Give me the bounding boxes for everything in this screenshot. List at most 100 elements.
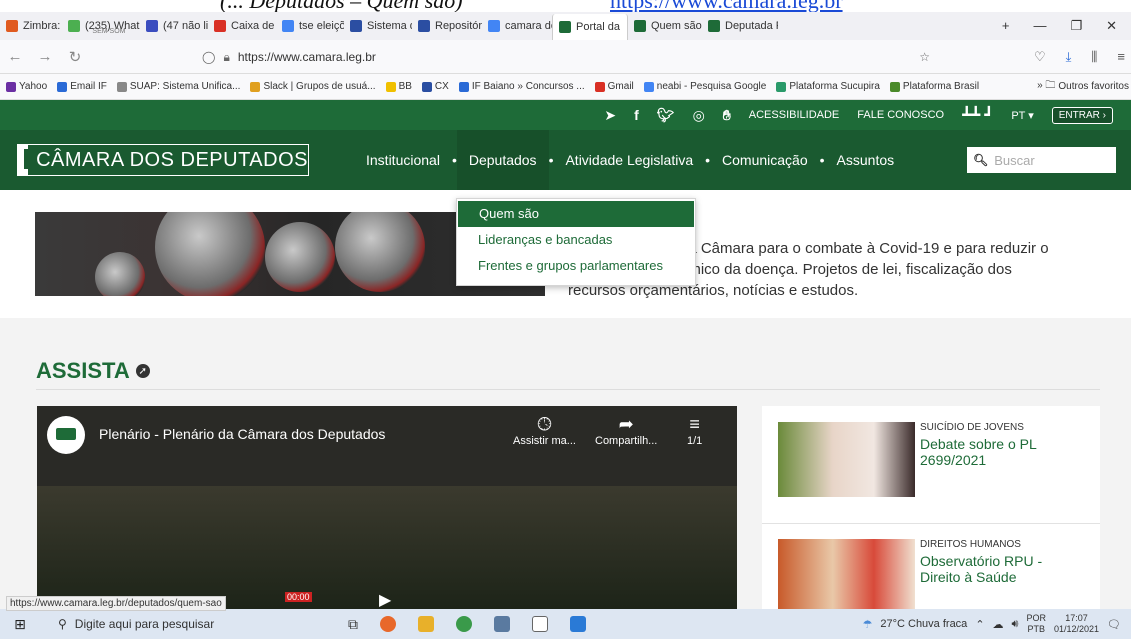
share-label: Compartilh... — [595, 435, 658, 447]
bookmark-favicon-icon — [6, 81, 16, 92]
notepad-icon[interactable] — [570, 615, 586, 632]
calculator-icon[interactable] — [494, 615, 510, 632]
menu-atividade-legislativa[interactable]: Atividade Legislativa — [553, 130, 705, 190]
taskbar-search[interactable]: ⚲ Digite aqui para pesquisar — [40, 617, 308, 631]
tray-expand-icon[interactable]: ⌃ — [975, 618, 984, 631]
browser-tab[interactable]: Repositório — [412, 12, 482, 40]
menu-icon[interactable]: ≡ — [1117, 49, 1125, 65]
browser-tab[interactable]: Caixa de en — [208, 12, 276, 40]
minimize-icon[interactable]: — — [1033, 18, 1046, 34]
download-icon[interactable]: ⤓ — [1066, 49, 1072, 65]
browser-tab[interactable]: (47 não lido — [140, 12, 208, 40]
menu-institucional[interactable]: Institucional — [354, 130, 452, 190]
language-select[interactable]: PT ▾ — [1011, 109, 1033, 122]
camara-logo-icon — [18, 145, 30, 175]
task-view-icon[interactable]: ⧉ — [348, 616, 358, 633]
bookmark-item[interactable]: Email IF — [57, 81, 107, 92]
assista-title: ASSISTA — [36, 358, 130, 383]
pocket-icon[interactable]: ♡ — [1034, 49, 1046, 65]
tab-favicon-icon — [418, 20, 430, 32]
clock[interactable]: 17:07 01/12/2021 — [1054, 613, 1099, 635]
browser-tab[interactable]: (235) What SEM SOM — [62, 12, 140, 40]
site-logo[interactable]: CÂMARA DOS DEPUTADOS — [17, 144, 309, 176]
windows-taskbar: ⊞ ⚲ Digite aqui para pesquisar ⧉ ☂ 27°C … — [0, 609, 1131, 639]
firefox-icon[interactable] — [380, 615, 396, 632]
file-explorer-icon[interactable] — [418, 615, 434, 632]
network-icon[interactable]: ☁ — [993, 618, 1004, 631]
bookmark-item[interactable]: Plataforma Sucupira — [776, 81, 880, 92]
facebook-icon[interactable]: f — [634, 107, 639, 123]
assista-heading[interactable]: ASSISTA ➚ — [36, 358, 150, 384]
login-button[interactable]: ENTRAR › — [1051, 106, 1113, 124]
browser-tab[interactable]: Deputada F — [702, 12, 778, 40]
video-player[interactable]: Plenário - Plenário da Câmara dos Deputa… — [37, 406, 737, 609]
twitter-icon[interactable]: 🐦︎ — [657, 107, 675, 124]
chamber-icon[interactable]: ┻┻ ┛ — [962, 106, 993, 124]
volume-icon[interactable]: 🔊︎ — [1012, 618, 1019, 631]
playlist-count: 1/1 — [687, 435, 703, 447]
bookmark-label: SUAP: Sistema Unifica... — [129, 81, 241, 92]
site-search-input[interactable]: 🔍︎ Buscar — [967, 147, 1116, 173]
bookmark-item[interactable]: SUAP: Sistema Unifica... — [116, 81, 241, 92]
telegram-icon[interactable]: ➤ — [604, 107, 616, 124]
dropdown-item-liderancas[interactable]: Lideranças e bancadas — [457, 227, 695, 253]
site-name: CÂMARA DOS DEPUTADOS — [36, 148, 308, 171]
address-bar[interactable]: ◯ 🔒︎ https://www.camara.leg.br ☆ — [192, 45, 930, 69]
accessibility-link[interactable]: ACESSIBILIDADE — [749, 109, 839, 121]
share-button[interactable]: ➦ Compartilh... — [595, 414, 657, 447]
restore-icon[interactable]: ❐ — [1070, 18, 1082, 34]
reload-icon[interactable]: ↻ — [60, 48, 90, 66]
windows-start-icon[interactable]: ⊞ — [0, 616, 40, 633]
watch-later-button[interactable]: 🕓︎ Assistir ma... — [513, 414, 576, 447]
video-title[interactable]: Plenário - Plenário da Câmara dos Deputa… — [99, 426, 385, 442]
news-title[interactable]: Debate sobre o PL 2699/2021 — [920, 436, 1080, 468]
bookmark-item[interactable]: neabi - Pesquisa Google — [643, 81, 766, 92]
bookmark-item[interactable]: Gmail — [594, 81, 634, 92]
browser-tab[interactable]: Portal da✕ — [552, 14, 628, 40]
play-icon[interactable]: ▶ — [379, 590, 391, 609]
forward-icon[interactable]: → — [30, 48, 60, 65]
weather-text[interactable]: 27°C Chuva fraca — [880, 618, 967, 630]
doc-header-text: (... Deputados – Quem são) — [220, 0, 463, 12]
back-icon[interactable]: ← — [0, 48, 30, 65]
menu-deputados[interactable]: Deputados — [456, 130, 549, 190]
main-menu: Institucional • Deputados • Atividade Le… — [354, 130, 906, 190]
taskbar-search-placeholder: Digite aqui para pesquisar — [74, 617, 215, 631]
bookmark-item[interactable]: CX — [421, 81, 449, 92]
keyboard-layout: PTB — [1027, 624, 1045, 634]
dropdown-item-frentes[interactable]: Frentes e grupos parlamentares — [457, 253, 695, 279]
bookmark-label: Email IF — [70, 81, 107, 92]
doc-header-link[interactable]: https://www.camara.leg.br — [610, 0, 843, 12]
bookmark-item[interactable]: Plataforma Brasil — [889, 81, 979, 92]
dropdown-item-quem-sao[interactable]: Quem são — [458, 201, 694, 227]
bookmark-item[interactable]: BB — [385, 81, 412, 92]
contact-link[interactable]: FALE CONOSCO — [857, 109, 944, 121]
browser-tab[interactable]: Sistema de — [344, 12, 412, 40]
bookmark-label: IF Baiano » Concursos ... — [471, 81, 585, 92]
document-icon[interactable] — [532, 615, 548, 632]
chrome-icon[interactable] — [456, 615, 472, 632]
close-window-icon[interactable]: ✕ — [1106, 18, 1117, 34]
menu-comunicacao[interactable]: Comunicação — [710, 130, 820, 190]
browser-tab[interactable]: camara dos — [482, 12, 552, 40]
bookmark-label: BB — [398, 81, 412, 92]
browser-tab[interactable]: Zimbra: En — [0, 12, 62, 40]
menu-assuntos[interactable]: Assuntos — [825, 130, 907, 190]
bookmark-item[interactable]: IF Baiano » Concursos ... — [458, 81, 585, 92]
sign-language-icon[interactable]: ✋︎ — [723, 107, 731, 124]
input-language[interactable]: POR PTB — [1026, 613, 1046, 635]
channel-avatar[interactable] — [47, 416, 85, 454]
library-icon[interactable]: ⫼ — [1091, 49, 1097, 65]
other-bookmarks-folder[interactable]: » 🗀︎ Outros favoritos — [1037, 78, 1131, 95]
browser-tab[interactable]: tse eleições — [276, 12, 344, 40]
bookmark-item[interactable]: Yahoo — [6, 81, 47, 92]
notifications-icon[interactable]: 🗨︎ — [1107, 618, 1121, 631]
tab-label: Sistema de — [367, 20, 412, 32]
instagram-icon[interactable]: ◎ — [693, 107, 705, 124]
new-tab-icon[interactable]: + — [1002, 18, 1010, 34]
bookmark-star-icon[interactable]: ☆ — [919, 50, 930, 64]
browser-tab[interactable]: Quem são — [628, 12, 702, 40]
news-title[interactable]: Observatório RPU - Direito à Saúde — [920, 553, 1080, 585]
bookmark-item[interactable]: Slack | Grupos de usuá... — [250, 81, 376, 92]
playlist-button[interactable]: ≡ 1/1 — [687, 414, 702, 447]
